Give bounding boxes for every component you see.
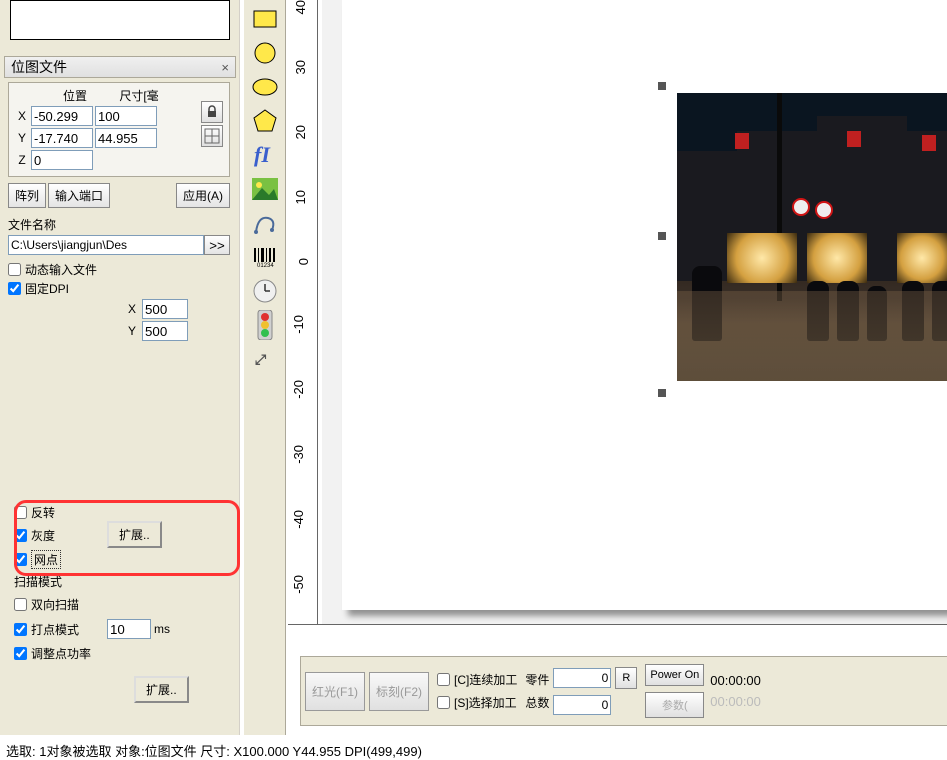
extend-button-1[interactable]: 扩展.. bbox=[107, 521, 162, 548]
dot-unit: ms bbox=[154, 622, 170, 636]
total-input[interactable] bbox=[553, 695, 611, 715]
red-light-button[interactable]: 红光(F1) bbox=[305, 672, 365, 711]
y-pos-input[interactable] bbox=[31, 128, 93, 148]
x-size-input[interactable] bbox=[95, 106, 157, 126]
y-size-input[interactable] bbox=[95, 128, 157, 148]
parts-label: 零件 bbox=[525, 671, 549, 688]
x-pos-input[interactable] bbox=[31, 106, 93, 126]
bidirectional-checkbox[interactable] bbox=[14, 598, 27, 611]
selection-handle[interactable] bbox=[658, 389, 666, 397]
page bbox=[342, 0, 947, 610]
bottom-toolbar: 红光(F1) 标刻(F2) [C]连续加工 [S]选择加工 零件 总数 R Po… bbox=[300, 656, 947, 726]
fixed-dpi-checkbox[interactable] bbox=[8, 282, 21, 295]
text-tool-icon[interactable]: fI bbox=[250, 140, 280, 170]
fixed-dpi-label: 固定DPI bbox=[25, 280, 69, 297]
dpi-y-input[interactable] bbox=[142, 321, 188, 341]
barcode-tool-icon[interactable]: 01234 bbox=[250, 242, 280, 272]
ellipse-tool-icon[interactable] bbox=[250, 72, 280, 102]
dpi-x-input[interactable] bbox=[142, 299, 188, 319]
apply-button[interactable]: 应用(A) bbox=[176, 183, 230, 208]
dot-mode-checkbox[interactable] bbox=[14, 623, 27, 636]
preview-box bbox=[10, 0, 230, 40]
array-button[interactable]: 阵列 bbox=[8, 183, 46, 208]
filename-label: 文件名称 bbox=[8, 216, 230, 233]
adjust-power-label: 调整点功率 bbox=[31, 645, 91, 662]
svg-text:⤢: ⤢ bbox=[255, 351, 266, 367]
svg-text:fI: fI bbox=[254, 142, 271, 167]
svg-text:01234: 01234 bbox=[257, 263, 274, 268]
continuous-checkbox[interactable] bbox=[437, 673, 450, 686]
panel-title: 位图文件 bbox=[11, 57, 67, 77]
pos-label: 位置 bbox=[43, 87, 107, 104]
grayscale-label: 灰度 bbox=[31, 527, 55, 544]
dot-label: 网点 bbox=[31, 550, 61, 569]
bitmap-image[interactable] bbox=[677, 93, 947, 381]
invert-checkbox[interactable] bbox=[14, 506, 27, 519]
dot-mode-label: 打点模式 bbox=[31, 621, 79, 638]
canvas-area[interactable] bbox=[322, 0, 947, 625]
browse-button[interactable]: >> bbox=[204, 235, 230, 255]
r-button[interactable]: R bbox=[615, 667, 637, 689]
x-label: X bbox=[13, 109, 31, 123]
grayscale-checkbox[interactable] bbox=[14, 529, 27, 542]
clock-tool-icon[interactable] bbox=[250, 276, 280, 306]
selection-handle[interactable] bbox=[658, 82, 666, 90]
grid-icon[interactable] bbox=[201, 125, 223, 147]
dynamic-input-label: 动态输入文件 bbox=[25, 261, 97, 278]
status-bar: 选取: 1对象被选取 对象:位图文件 尺寸: X100.000 Y44.955 … bbox=[0, 738, 947, 760]
time-2: 00:00:00 bbox=[710, 694, 761, 709]
continuous-label: [C]连续加工 bbox=[454, 671, 517, 688]
total-label: 总数 bbox=[525, 694, 549, 711]
power-button[interactable]: Power On bbox=[645, 664, 704, 686]
side-toolbar: fI 01234 ⤢ bbox=[244, 0, 286, 735]
extend-button-2[interactable]: 扩展.. bbox=[134, 676, 189, 703]
input-port-button[interactable]: 输入端口 bbox=[48, 183, 110, 208]
horizontal-ruler bbox=[288, 624, 947, 652]
scan-mode-label: 扫描模式 bbox=[14, 573, 232, 590]
time-1: 00:00:00 bbox=[710, 673, 761, 688]
lock-icon[interactable] bbox=[201, 101, 223, 123]
params-button[interactable]: 参数( bbox=[645, 692, 704, 718]
vector-tool-icon[interactable] bbox=[250, 208, 280, 238]
mark-button[interactable]: 标刻(F2) bbox=[369, 672, 429, 711]
filepath-input[interactable] bbox=[8, 235, 204, 255]
select-mark-label: [S]选择加工 bbox=[454, 694, 517, 711]
vertical-ruler: 40 30 20 10 0 -10 -20 -30 -40 -50 bbox=[288, 0, 318, 640]
panel-header: 位图文件 × bbox=[4, 56, 236, 78]
circle-tool-icon[interactable] bbox=[250, 38, 280, 68]
bidirectional-label: 双向扫描 bbox=[31, 596, 79, 613]
rectangle-tool-icon[interactable] bbox=[250, 4, 280, 34]
dot-checkbox[interactable] bbox=[14, 553, 27, 566]
dynamic-input-checkbox[interactable] bbox=[8, 263, 21, 276]
traffic-light-icon[interactable] bbox=[250, 310, 280, 340]
dpi-x-label: X bbox=[128, 302, 142, 316]
dpi-y-label: Y bbox=[128, 324, 142, 338]
polygon-tool-icon[interactable] bbox=[250, 106, 280, 136]
y-label: Y bbox=[13, 131, 31, 145]
parts-input[interactable] bbox=[553, 668, 611, 688]
z-label: Z bbox=[13, 153, 31, 167]
dot-time-input[interactable] bbox=[107, 619, 151, 639]
invert-label: 反转 bbox=[31, 504, 55, 521]
transform-tool-icon[interactable]: ⤢ bbox=[250, 344, 280, 374]
size-label: 尺寸[毫 bbox=[107, 87, 171, 104]
select-mark-checkbox[interactable] bbox=[437, 696, 450, 709]
image-tool-icon[interactable] bbox=[250, 174, 280, 204]
selection-handle[interactable] bbox=[658, 232, 666, 240]
close-icon[interactable]: × bbox=[221, 60, 229, 75]
adjust-power-checkbox[interactable] bbox=[14, 647, 27, 660]
z-pos-input[interactable] bbox=[31, 150, 93, 170]
